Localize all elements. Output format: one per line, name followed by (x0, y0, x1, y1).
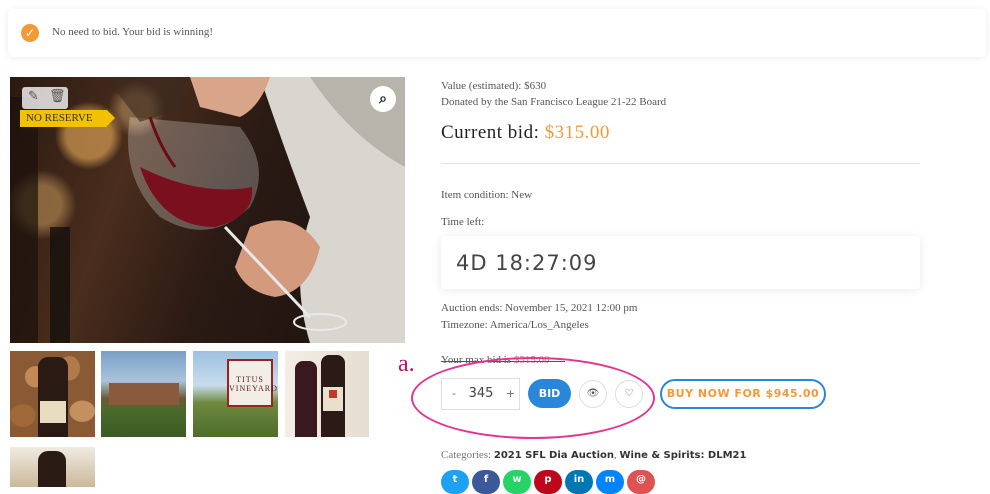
bid-button[interactable]: BID (528, 379, 571, 408)
timezone: Timezone: America/Los_Angeles (441, 319, 589, 331)
current-bid-amount: $315.00 (544, 122, 610, 143)
check-icon: ✓ (21, 24, 39, 42)
thumbnail-extra[interactable] (10, 447, 95, 487)
current-bid: Current bid: $315.00 (441, 122, 610, 144)
heart-icon[interactable]: ♡ (615, 380, 643, 408)
quantity-stepper[interactable]: - 345 + (441, 378, 520, 410)
thumbnail-winery[interactable] (101, 351, 186, 437)
notice-message: No need to bid. Your bid is winning! (52, 26, 214, 38)
buy-now-button[interactable]: BUY NOW FOR $945.00 (660, 379, 826, 409)
donated-by: Donated by the San Francisco League 21-2… (441, 96, 667, 108)
whatsapp-icon[interactable]: w (503, 470, 531, 494)
value-estimated: Value (estimated): $630 (441, 80, 547, 92)
time-left-label: Time left: (441, 216, 485, 228)
image-tools: ✎ 🗑 (22, 87, 68, 109)
main-product-image[interactable]: ✎ 🗑 NO RESERVE ⌕ (10, 77, 405, 343)
thumbnail-bottles[interactable] (285, 351, 369, 437)
current-bid-label: Current bid: (441, 122, 540, 143)
bottle-shape (295, 361, 317, 437)
category-link[interactable]: 2021 SFL Dia Auction (494, 450, 614, 461)
bid-amount-input[interactable]: 345 (466, 386, 496, 401)
thumbnail-vineyard-sign[interactable]: TITUS VINEYARDS (193, 351, 278, 437)
bottle-label (323, 387, 343, 411)
eye-icon[interactable]: 👁 (579, 380, 607, 408)
decrease-button[interactable]: - (452, 387, 456, 400)
thumbnail-corks-bottle[interactable] (10, 351, 95, 437)
bottle-label (40, 401, 66, 423)
edit-icon[interactable]: ✎ (28, 89, 39, 104)
email-icon[interactable]: @ (627, 470, 655, 494)
pinterest-icon[interactable]: p (534, 470, 562, 494)
building-shape (109, 383, 179, 405)
winning-notice: ✓ No need to bid. Your bid is winning! (8, 9, 986, 57)
divider (441, 163, 920, 164)
trash-icon[interactable]: 🗑 (49, 89, 66, 104)
twitter-icon[interactable]: t (441, 470, 469, 494)
countdown-timer: 4D 18:27:09 (441, 236, 920, 289)
facebook-icon[interactable]: f (472, 470, 500, 494)
auction-ends: Auction ends: November 15, 2021 12:00 pm (441, 302, 638, 314)
linkedin-icon[interactable]: in (565, 470, 593, 494)
increase-button[interactable]: + (506, 387, 515, 400)
no-reserve-badge: NO RESERVE (20, 110, 115, 127)
item-condition: Item condition: New (441, 189, 533, 201)
categories: Categories: 2021 SFL Dia Auction, Wine &… (441, 449, 747, 461)
vineyard-sign: TITUS VINEYARDS (227, 359, 278, 407)
bottle-shape (38, 451, 66, 487)
messenger-icon[interactable]: m (596, 470, 624, 494)
annotation-marker: a. (398, 351, 415, 377)
time-left-value: 4D 18:27:09 (456, 251, 598, 275)
bottle-shape (38, 357, 68, 437)
category-link[interactable]: Wine & Spirits: DLM21 (620, 450, 747, 461)
magnifier-icon[interactable]: ⌕ (370, 86, 396, 112)
categories-label: Categories: (441, 449, 492, 461)
